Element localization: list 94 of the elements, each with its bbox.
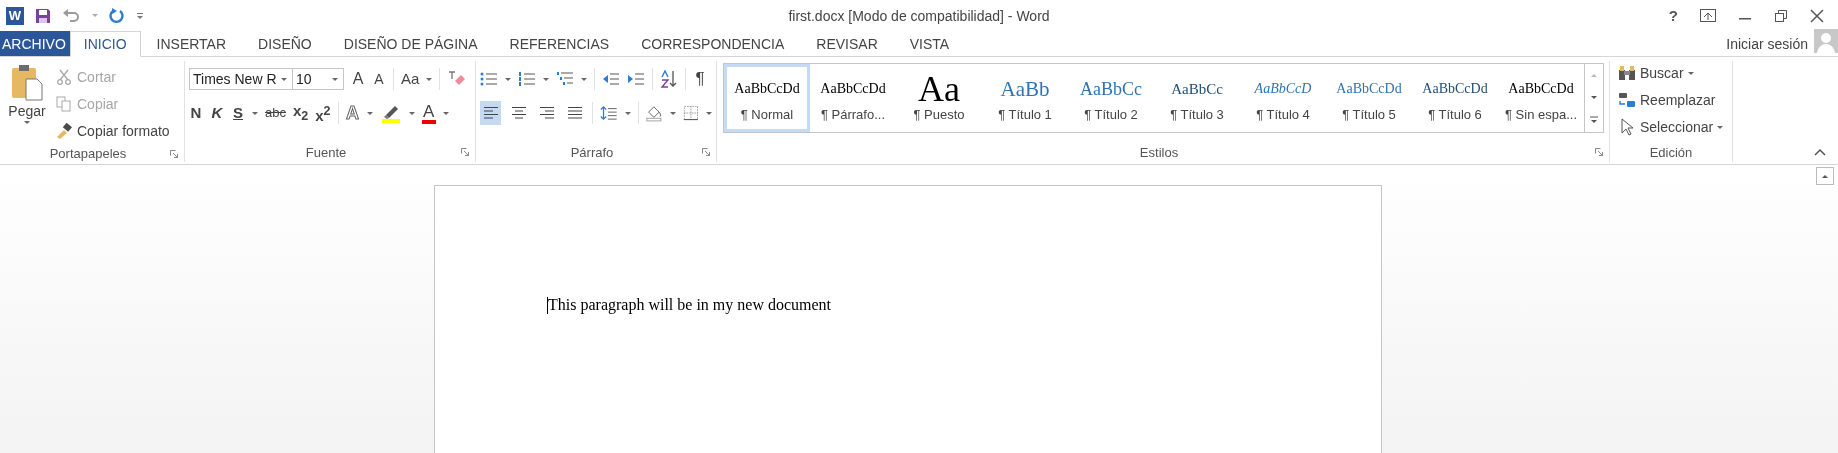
align-center-icon	[510, 106, 527, 120]
style-item[interactable]: AaBbCcD ¶ Título 4	[1240, 64, 1326, 132]
scissors-icon	[56, 69, 72, 85]
ribbon-tab[interactable]: REVISAR	[800, 31, 894, 56]
group-label: Edición	[1648, 144, 1694, 160]
editing-action-button[interactable]: Seleccionar	[1618, 115, 1724, 139]
superscript-button[interactable]: x$^{2}$	[315, 100, 331, 126]
caret-icon[interactable]	[505, 77, 511, 81]
group-label: Estilos	[1138, 144, 1180, 160]
caret-icon[interactable]	[543, 77, 549, 81]
highlighter-icon[interactable]	[379, 103, 402, 123]
font-size-field[interactable]: 10	[292, 68, 344, 90]
line-spacing-icon[interactable]	[600, 104, 618, 122]
dialog-launcher-icon[interactable]	[461, 148, 469, 156]
ribbon-tab[interactable]: REFERENCIAS	[493, 31, 626, 56]
ribbon-tab[interactable]: DISEÑO DE PÁGINA	[327, 31, 494, 56]
grow-font-button[interactable]: A	[351, 69, 365, 89]
editing-action-button[interactable]: Reemplazar	[1618, 88, 1724, 112]
group-label: Portapapeles	[48, 146, 128, 161]
numbering-icon[interactable]	[518, 71, 536, 87]
caret-icon[interactable]	[426, 77, 433, 81]
ribbon-tab[interactable]: DISEÑO	[242, 31, 328, 56]
caret-icon[interactable]	[624, 111, 631, 115]
bullets-icon[interactable]	[480, 71, 498, 87]
style-item[interactable]: AaBbCc ¶ Título 3	[1154, 64, 1240, 132]
change-case-button[interactable]: Aa	[401, 69, 420, 89]
align-button[interactable]	[480, 101, 502, 125]
caret-icon[interactable]	[366, 111, 373, 115]
style-item[interactable]: AaBbCcDd ¶ Título 6	[1412, 64, 1498, 132]
clipboard-action-button[interactable]: Copiar formato	[56, 119, 170, 143]
help-button[interactable]: ?	[1668, 7, 1678, 24]
font-name-field[interactable]: Times New R	[189, 68, 293, 90]
sign-in-link[interactable]: Iniciar sesión	[1726, 35, 1808, 52]
ribbon-tab[interactable]: INSERTAR	[140, 31, 243, 56]
ribbon-tab[interactable]: INICIO	[69, 31, 141, 57]
window-title: first.docx [Modo de compatibilidad] - Word	[788, 7, 1050, 24]
customize-icon[interactable]	[136, 10, 144, 21]
group-label: Fuente	[304, 144, 348, 160]
dialog-launcher-icon[interactable]	[170, 149, 178, 158]
caret-icon[interactable]	[252, 111, 258, 115]
cursor-icon	[1618, 118, 1636, 136]
caret-icon[interactable]	[408, 111, 415, 115]
increase-indent-icon[interactable]	[627, 72, 645, 86]
subscript-button[interactable]: x$_{2}$	[292, 100, 309, 126]
clipboard-icon	[11, 63, 43, 101]
restore-icon[interactable]	[1774, 8, 1788, 23]
collapse-ribbon-icon[interactable]	[1814, 148, 1826, 156]
ribbon-tab[interactable]: CORRESPONDENCIA	[625, 31, 801, 56]
dialog-launcher-icon[interactable]	[1595, 148, 1603, 156]
italic-button[interactable]: K	[210, 103, 224, 123]
redo-icon[interactable]	[108, 6, 126, 25]
borders-icon[interactable]	[683, 104, 699, 122]
multilevel-list-icon[interactable]	[556, 71, 574, 87]
style-item[interactable]: AaBbCcDd ¶ Título 5	[1326, 64, 1412, 132]
close-icon[interactable]	[1810, 8, 1824, 23]
strikethrough-button[interactable]: abc	[265, 103, 286, 123]
ribbon-tab[interactable]: VISTA	[893, 31, 966, 56]
editing-action-button[interactable]: Buscar	[1618, 61, 1724, 85]
binoculars-icon	[1618, 65, 1636, 81]
dialog-launcher-icon[interactable]	[702, 148, 710, 156]
style-item[interactable]: AaBbCc ¶ Título 2	[1068, 64, 1154, 132]
style-item[interactable]: AaBbCcDd ¶ Párrafo...	[810, 64, 896, 132]
align-right-icon	[538, 106, 555, 120]
style-item[interactable]: Aa ¶ Puesto	[896, 64, 982, 132]
align-left-icon	[482, 106, 499, 120]
style-item[interactable]: AaBb ¶ Título 1	[982, 64, 1068, 132]
undo-icon[interactable]	[62, 7, 82, 24]
sort-icon[interactable]	[660, 70, 678, 88]
bold-button[interactable]: N	[189, 103, 203, 123]
style-item[interactable]: AaBbCcDd ¶ Sin espa...	[1498, 64, 1584, 132]
text-cursor	[547, 296, 548, 314]
document-paragraph: This paragraph will be in my new document	[548, 296, 832, 314]
style-item[interactable]: AaBbCcDd ¶ Normal	[724, 64, 810, 132]
word-logo-icon: W	[6, 6, 24, 25]
caret-icon[interactable]	[442, 111, 449, 115]
ribbon-display-icon[interactable]	[1700, 9, 1716, 22]
decrease-indent-icon[interactable]	[602, 72, 620, 86]
paste-button[interactable]: Pegar	[4, 63, 50, 143]
copy-icon	[56, 96, 72, 112]
replace-icon	[1618, 92, 1636, 108]
caret-icon[interactable]	[581, 77, 587, 81]
ribbon-tab[interactable]: ARCHIVO	[0, 31, 70, 56]
align-justify-icon	[566, 106, 583, 120]
shading-icon[interactable]	[645, 104, 664, 122]
font-color-button[interactable]: A	[421, 102, 436, 124]
show-formatting-button[interactable]: ¶	[693, 69, 707, 89]
caret-icon[interactable]	[670, 111, 677, 115]
save-icon[interactable]	[34, 6, 52, 25]
shrink-font-button[interactable]: A	[372, 69, 386, 89]
text-effects-button[interactable]: A	[345, 103, 360, 123]
caret-icon[interactable]	[706, 111, 712, 115]
group-label: Párrafo	[569, 144, 615, 160]
underline-button[interactable]: S	[231, 103, 245, 123]
paintbrush-icon	[56, 123, 72, 139]
